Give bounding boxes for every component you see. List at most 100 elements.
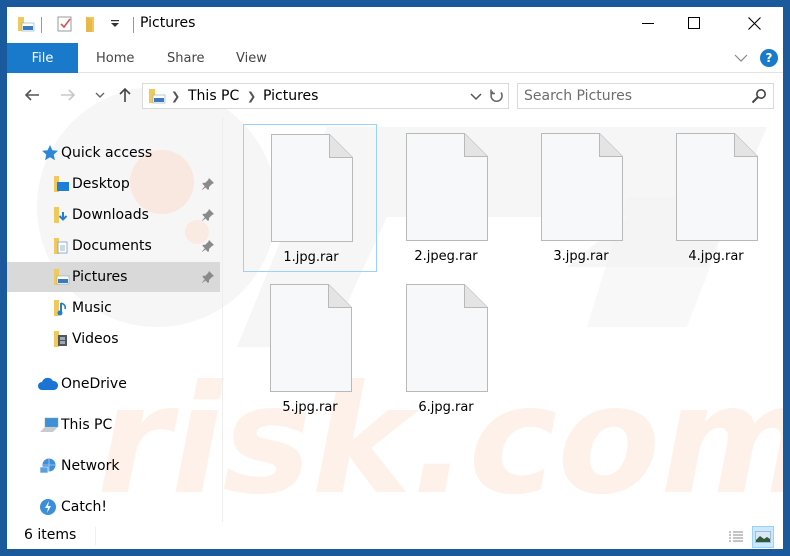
documents-folder-icon	[54, 238, 68, 254]
pictures-folder-icon	[149, 89, 166, 104]
star-icon	[42, 145, 58, 161]
file-list: 1.jpg.rar 2.jpeg.rar 3.jpg.rar 4.jpg.rar…	[223, 117, 783, 523]
file-item[interactable]: 2.jpeg.rar	[379, 124, 513, 272]
breadcrumb-this-pc[interactable]: This PC	[188, 88, 239, 104]
sidebar-item-label: Desktop	[72, 176, 130, 192]
file-item[interactable]: 3.jpg.rar	[514, 124, 648, 272]
sidebar-item-documents[interactable]: Documents	[7, 231, 220, 261]
toolbar-separator	[133, 17, 134, 33]
file-item[interactable]: 4.jpg.rar	[649, 124, 783, 272]
tab-file[interactable]: File	[7, 43, 78, 73]
details-view-icon	[729, 531, 743, 542]
sidebar-item-onedrive[interactable]: OneDrive	[7, 369, 220, 399]
file-explorer-window: risk.com Pictures File Home Share View ?…	[7, 7, 783, 549]
properties-icon[interactable]	[56, 15, 74, 33]
navigation-pane: Quick access Desktop Downloads Documents…	[7, 117, 222, 523]
recent-locations-button[interactable]	[90, 85, 110, 105]
pin-icon[interactable]	[201, 239, 215, 253]
close-button[interactable]	[731, 7, 777, 39]
sidebar-item-label: Network	[61, 458, 120, 474]
file-name: 3.jpg.rar	[553, 249, 609, 264]
arrow-right-icon	[61, 89, 76, 101]
minimize-icon	[642, 23, 654, 24]
folder-pictures-icon[interactable]	[17, 15, 35, 33]
catch-icon	[40, 499, 56, 515]
up-button[interactable]	[115, 85, 135, 105]
blank-file-icon	[271, 134, 353, 242]
breadcrumb-separator-icon[interactable]: ❯	[171, 90, 180, 103]
file-name: 4.jpg.rar	[688, 249, 744, 264]
minimize-button[interactable]	[625, 7, 671, 39]
address-bar[interactable]: ❯ This PC ❯ Pictures	[142, 83, 509, 109]
close-icon	[747, 16, 761, 30]
refresh-button[interactable]	[485, 83, 509, 109]
refresh-icon	[489, 89, 503, 102]
breadcrumb-pictures[interactable]: Pictures	[263, 88, 318, 104]
sidebar-item-label: Videos	[72, 331, 119, 347]
computer-icon	[40, 417, 59, 432]
music-folder-icon	[54, 300, 67, 316]
details-view-button[interactable]	[725, 526, 747, 548]
pin-icon[interactable]	[201, 208, 215, 222]
sidebar-item-label: OneDrive	[61, 376, 127, 392]
item-count: 6 items	[24, 527, 77, 543]
pin-icon[interactable]	[201, 270, 215, 284]
sidebar-item-music[interactable]: Music	[7, 293, 220, 323]
sidebar-item-this-pc[interactable]: This PC	[7, 410, 220, 440]
file-name: 2.jpeg.rar	[414, 249, 478, 264]
large-icons-view-icon	[755, 531, 771, 543]
status-separator	[95, 527, 96, 545]
sidebar-item-catch[interactable]: Catch!	[7, 492, 220, 522]
sidebar-item-desktop[interactable]: Desktop	[7, 169, 220, 199]
file-item[interactable]: 1.jpg.rar	[243, 124, 377, 272]
sidebar-item-downloads[interactable]: Downloads	[7, 200, 220, 230]
window-title: Pictures	[140, 15, 196, 31]
maximize-icon	[688, 17, 700, 29]
pin-icon[interactable]	[201, 177, 215, 191]
sidebar-item-label: Quick access	[61, 145, 153, 161]
tab-view[interactable]: View	[236, 43, 267, 73]
tab-home[interactable]: Home	[96, 43, 134, 73]
file-item[interactable]: 6.jpg.rar	[379, 275, 513, 423]
blank-file-icon	[406, 284, 488, 392]
sidebar-item-network[interactable]: Network	[7, 451, 220, 481]
network-icon	[39, 458, 56, 474]
forward-button[interactable]	[58, 85, 78, 105]
downloads-folder-icon	[54, 207, 68, 223]
file-name: 1.jpg.rar	[283, 250, 339, 265]
sidebar-item-pictures[interactable]: Pictures	[7, 262, 220, 292]
help-button[interactable]: ?	[760, 49, 778, 67]
large-icons-view-button[interactable]	[752, 526, 774, 548]
blank-file-icon	[406, 133, 488, 241]
new-folder-icon[interactable]	[83, 15, 101, 33]
desktop-folder-icon	[54, 176, 69, 192]
search-box[interactable]	[517, 83, 774, 109]
back-button[interactable]	[22, 85, 42, 105]
navigation-bar: ❯ This PC ❯ Pictures	[7, 73, 783, 117]
file-name: 5.jpg.rar	[282, 400, 338, 415]
arrow-up-icon	[119, 87, 131, 102]
blank-file-icon	[541, 133, 623, 241]
file-item[interactable]: 5.jpg.rar	[243, 275, 377, 423]
sidebar-item-label: This PC	[61, 417, 113, 433]
expand-ribbon-chevron-icon[interactable]	[733, 50, 749, 66]
onedrive-icon	[38, 377, 59, 390]
pictures-folder-icon	[54, 269, 70, 285]
sidebar-item-label: Documents	[72, 238, 152, 254]
title-bar: Pictures	[7, 7, 783, 43]
sidebar-item-quick-access[interactable]: Quick access	[7, 138, 220, 168]
arrow-left-icon	[24, 89, 39, 101]
search-input[interactable]	[524, 87, 744, 105]
blank-file-icon	[270, 284, 352, 392]
tab-share[interactable]: Share	[167, 43, 205, 73]
sidebar-item-label: Catch!	[61, 499, 108, 515]
sidebar-item-videos[interactable]: Videos	[7, 324, 220, 354]
sidebar-item-label: Downloads	[72, 207, 149, 223]
address-dropdown-chevron-icon[interactable]	[468, 88, 484, 104]
maximize-button[interactable]	[671, 7, 717, 39]
search-icon[interactable]	[751, 88, 767, 104]
sidebar-item-label: Pictures	[72, 269, 128, 285]
breadcrumb-separator-icon[interactable]: ❯	[247, 90, 256, 103]
status-bar: 6 items	[7, 523, 783, 549]
customize-dropdown-icon[interactable]	[110, 19, 120, 29]
